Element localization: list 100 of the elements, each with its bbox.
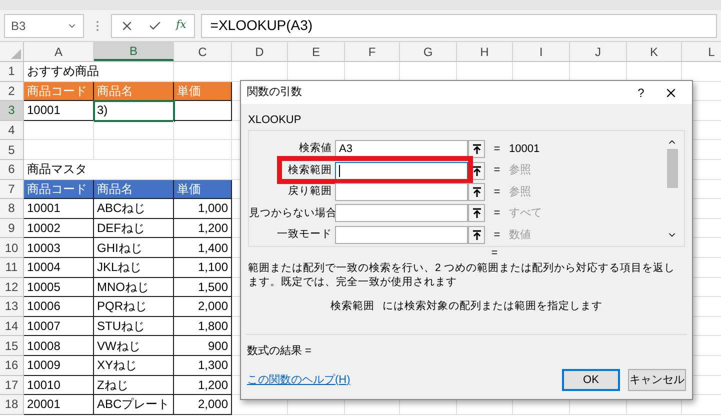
- row-header[interactable]: 12: [0, 278, 24, 298]
- row-header[interactable]: 4: [0, 120, 24, 140]
- table-cell: 2,000: [174, 297, 232, 317]
- column-header[interactable]: K: [627, 42, 682, 61]
- table-cell: 10005: [24, 278, 94, 298]
- table-cell: 10003: [24, 238, 94, 258]
- row-header[interactable]: 13: [0, 297, 24, 317]
- column-header[interactable]: H: [457, 42, 513, 61]
- row-header[interactable]: 1: [0, 62, 24, 82]
- row-header[interactable]: 10: [0, 238, 24, 258]
- collapse-button[interactable]: [468, 183, 485, 202]
- row-header[interactable]: 8: [0, 199, 24, 219]
- arrow-up-icon: [472, 230, 480, 240]
- row-header[interactable]: 6: [0, 160, 24, 180]
- function-description: 範囲または配列で一致の検索を行い、2 つめの範囲または配列から対応する項目を返します。既定では、完全一致が使用されます: [248, 260, 676, 288]
- table-cell: 10001: [24, 199, 94, 219]
- header-cell: 商品名: [94, 82, 174, 102]
- column-header[interactable]: B: [94, 42, 174, 61]
- table-cell: MNOねじ: [94, 278, 174, 298]
- table-cell: 10009: [24, 356, 94, 376]
- table-cell: 1,400: [174, 238, 232, 258]
- row-header[interactable]: 15: [0, 336, 24, 356]
- header-cell: 商品コード: [24, 180, 94, 200]
- collapse-button[interactable]: [468, 204, 485, 222]
- argument-result: 10001: [509, 142, 540, 157]
- argument-field[interactable]: [335, 183, 468, 202]
- dialog-title: 関数の引数: [247, 85, 303, 100]
- row-header[interactable]: 7: [0, 180, 24, 200]
- table-cell: 10008: [24, 336, 94, 356]
- argument-label: 検索範囲: [287, 162, 333, 178]
- argument-field[interactable]: [335, 204, 468, 222]
- column-header[interactable]: D: [232, 42, 288, 61]
- table-cell: 10001: [24, 101, 94, 121]
- column-header[interactable]: C: [174, 42, 232, 61]
- equals-sign: =: [492, 142, 502, 157]
- dialog-button[interactable]: キャンセル: [628, 369, 686, 391]
- name-box[interactable]: B3: [4, 14, 84, 38]
- table-cell: STUねじ: [94, 316, 174, 336]
- formula-result: 数式の結果 =: [247, 344, 312, 358]
- drag-handle-icon: [96, 20, 99, 32]
- table-cell: DEFねじ: [94, 218, 174, 238]
- formula-field[interactable]: =XLOOKUP(A3): [201, 14, 717, 38]
- column-header[interactable]: F: [345, 42, 400, 61]
- row-header[interactable]: 18: [0, 395, 24, 415]
- table-cell: 3): [94, 101, 174, 121]
- argument-result: 参照: [509, 163, 531, 178]
- empty-cell: [174, 101, 232, 121]
- row-header[interactable]: 14: [0, 316, 24, 336]
- argument-field[interactable]: [335, 226, 468, 244]
- table-cell: ABCねじ: [94, 199, 174, 219]
- dialog-button[interactable]: OK: [562, 369, 620, 391]
- row-header[interactable]: 17: [0, 376, 24, 396]
- table-cell: XYねじ: [94, 356, 174, 376]
- table-cell: 1,500: [174, 278, 232, 298]
- table-cell: 10010: [24, 376, 94, 396]
- scroll-thumb[interactable]: [666, 148, 678, 188]
- header-cell: 商品コード: [24, 82, 94, 102]
- row-header[interactable]: 11: [0, 258, 24, 278]
- argument-label: 戻り範囲: [287, 184, 333, 200]
- table-cell: 1,300: [174, 356, 232, 376]
- row-header[interactable]: 2: [0, 82, 24, 102]
- table-cell: 20001: [24, 395, 94, 415]
- function-name: XLOOKUP: [248, 114, 302, 126]
- table-cell: 1,100: [174, 258, 232, 278]
- table-cell: VWねじ: [94, 336, 174, 356]
- arrow-up-icon: [472, 144, 480, 154]
- table-cell: 1,200: [174, 218, 232, 238]
- arrow-up-icon: [472, 166, 480, 176]
- table-cell: 1,000: [174, 199, 232, 219]
- column-header[interactable]: G: [400, 42, 457, 61]
- column-header[interactable]: E: [288, 42, 345, 61]
- row-header[interactable]: 16: [0, 356, 24, 376]
- table-cell: JKLねじ: [94, 258, 174, 278]
- row-header[interactable]: 3: [0, 101, 24, 121]
- equals-sign: =: [492, 163, 502, 178]
- table-cell: PQRねじ: [94, 297, 174, 317]
- header-cell: 商品名: [94, 180, 174, 200]
- table-cell: 10002: [24, 218, 94, 238]
- argument-field[interactable]: [335, 162, 468, 180]
- header-cell: 単価: [174, 180, 232, 200]
- column-header[interactable]: I: [513, 42, 570, 61]
- table-cell: 10006: [24, 297, 94, 317]
- arrow-up-icon: [472, 208, 480, 218]
- column-header[interactable]: L: [682, 42, 721, 61]
- table-cell: GHIねじ: [94, 238, 174, 258]
- help-link[interactable]: この関数のヘルプ(H): [247, 372, 562, 388]
- insert-function-button[interactable]: fx: [176, 17, 186, 34]
- help-button[interactable]: ?: [626, 84, 656, 102]
- row-header[interactable]: 9: [0, 218, 24, 238]
- collapse-button[interactable]: [468, 140, 485, 158]
- table-cell: Zねじ: [94, 376, 174, 396]
- collapse-button[interactable]: [468, 226, 485, 244]
- argument-name: 検索範囲: [330, 298, 374, 314]
- column-header[interactable]: J: [570, 42, 627, 61]
- argument-label: 見つからない場合: [249, 206, 335, 221]
- row-header[interactable]: 5: [0, 140, 24, 160]
- arrow-up-icon: [472, 187, 480, 198]
- equals-sign: =: [492, 206, 502, 222]
- table-cell: 1,800: [174, 316, 232, 336]
- table-cell: 1,200: [174, 376, 232, 396]
